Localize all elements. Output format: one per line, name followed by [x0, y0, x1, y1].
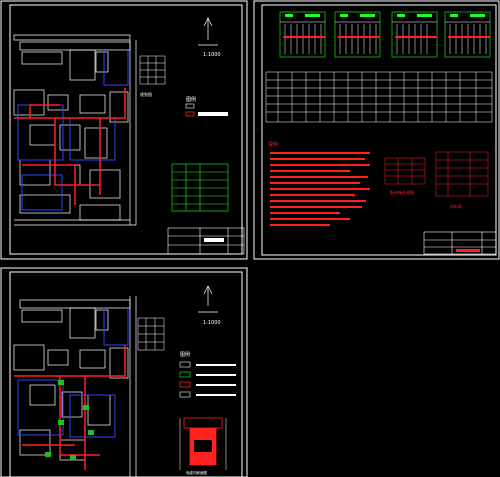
- table-title-b: 材料表: [450, 203, 462, 209]
- legend-title-3: 图例: [180, 351, 190, 358]
- equipment-table: [265, 71, 493, 123]
- zone-boundaries-3: [17, 308, 129, 438]
- legend-title-1: 图例: [186, 96, 196, 103]
- load-table-1: [171, 163, 229, 212]
- title-block-text-bar: [204, 238, 224, 242]
- sheet-2: 说明： 配电箱系统图 材料表: [253, 0, 500, 260]
- building-schedule-3: [137, 317, 165, 351]
- sheet-1: 1:1000 规划图 图例: [0, 0, 248, 260]
- sheet-3: 1:1000 图例 电缆沟断面图: [0, 267, 248, 477]
- panel-title-bars: [285, 14, 485, 17]
- north-arrow-icon: [198, 17, 218, 46]
- panel-diagrams: [279, 11, 491, 58]
- zone-boundaries: [17, 50, 129, 211]
- legend-label-bar: [198, 112, 228, 116]
- north-arrow-icon: [198, 285, 218, 313]
- scale-label-1: 1:1000: [203, 52, 221, 58]
- trench-section-detail: [179, 417, 227, 470]
- detail-label: 电缆沟断面图: [186, 470, 207, 475]
- cad-drawing-canvas: 1:1000 规划图 图例 说明： 配电箱系统图 材料表 1:1000 图例 电…: [0, 0, 500, 477]
- material-table-b: [435, 151, 489, 197]
- scale-label-3: 1:1000: [203, 320, 221, 326]
- site-plan-3: [13, 296, 137, 477]
- title-block-text-bar: [456, 249, 480, 252]
- material-table-a: [384, 157, 426, 185]
- site-label-1: 规划图: [140, 91, 152, 97]
- legend-swatch: [185, 103, 195, 109]
- legend-swatch: [185, 111, 195, 117]
- panel-breakers: [283, 36, 490, 38]
- notes-header: 说明：: [268, 141, 283, 148]
- building-schedule: [139, 55, 166, 85]
- notes-text: [270, 152, 370, 226]
- table-title-a: 配电箱系统图: [390, 189, 414, 195]
- legend-3: [179, 361, 236, 398]
